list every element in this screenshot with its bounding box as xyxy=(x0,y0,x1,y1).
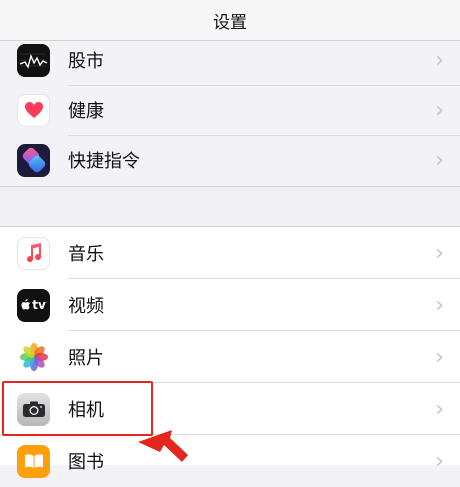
music-icon xyxy=(17,236,50,270)
chevron-right-icon: › xyxy=(435,147,444,173)
settings-row-shortcuts[interactable]: 快捷指令 › xyxy=(0,134,460,186)
settings-row-label: 股市 xyxy=(68,51,104,72)
settings-row-label: 音乐 xyxy=(68,244,104,265)
photos-icon xyxy=(17,340,50,374)
nav-bar: 设置 xyxy=(0,0,460,41)
settings-row-photos[interactable]: 照片 › xyxy=(0,331,460,383)
shortcuts-icon xyxy=(17,143,50,177)
settings-row-label: 健康 xyxy=(68,101,104,122)
chevron-right-icon: › xyxy=(435,240,444,266)
chevron-right-icon: › xyxy=(435,448,444,474)
settings-row-label: 照片 xyxy=(68,348,104,369)
settings-row-books[interactable]: 图书 › xyxy=(0,435,460,487)
chevron-right-icon: › xyxy=(435,47,444,73)
settings-row-label: 快捷指令 xyxy=(68,151,140,172)
settings-row-music[interactable]: 音乐 › xyxy=(0,227,460,279)
chevron-right-icon: › xyxy=(435,396,444,422)
settings-row-label: 视频 xyxy=(68,296,104,317)
settings-row-health[interactable]: 健康 › xyxy=(0,84,460,136)
settings-row-label: 图书 xyxy=(68,452,104,473)
books-icon xyxy=(17,444,50,478)
tv-icon-text: tv xyxy=(32,298,46,312)
settings-row-stocks[interactable]: 股市 › xyxy=(0,34,460,86)
stocks-icon xyxy=(17,43,50,77)
chevron-right-icon: › xyxy=(435,344,444,370)
tv-icon: tv xyxy=(17,288,50,322)
chevron-right-icon: › xyxy=(435,292,444,318)
section-separator xyxy=(0,186,460,226)
page-title: 设置 xyxy=(213,12,247,33)
pointer-arrow-icon xyxy=(138,430,188,462)
settings-row-tv[interactable]: tv 视频 › xyxy=(0,279,460,331)
health-icon xyxy=(17,93,50,127)
chevron-right-icon: › xyxy=(435,97,444,123)
